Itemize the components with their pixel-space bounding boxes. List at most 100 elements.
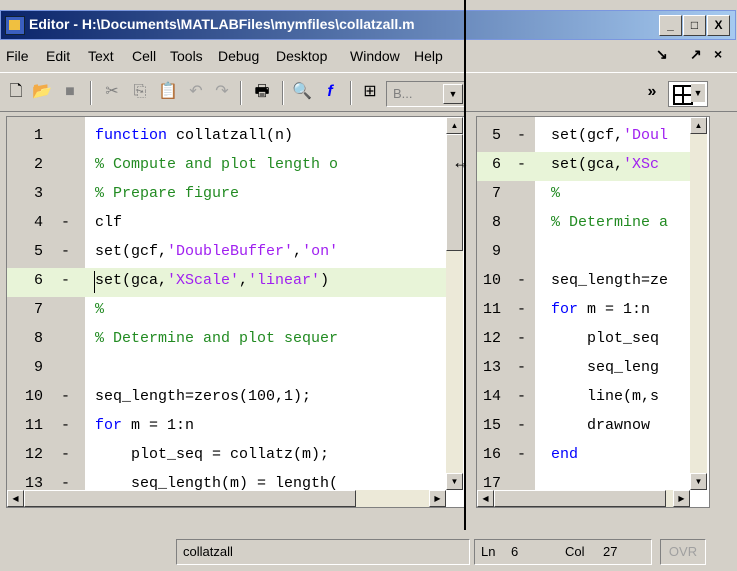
menu-file[interactable]: File	[6, 48, 29, 64]
code-line[interactable]: 1 function collatzall(n)	[7, 123, 446, 152]
code-line[interactable]: 7%	[477, 181, 690, 210]
breakpoint-icon[interactable]: ⊞	[358, 81, 382, 103]
code-text[interactable]: clf	[95, 214, 122, 231]
code-text[interactable]: set(gca,'XSc	[551, 156, 659, 173]
code-line[interactable]: 12 - plot_seq = collatz(m);	[7, 442, 446, 471]
code-line[interactable]: 3 % Prepare figure	[7, 181, 446, 210]
stack-combo[interactable]: B... ▼	[386, 81, 466, 107]
breakpoint-marker[interactable]: -	[517, 156, 526, 173]
copy-icon[interactable]: ⎘	[128, 81, 152, 103]
code-text[interactable]: function collatzall(n)	[95, 127, 293, 144]
dock-icon[interactable]: ↘	[656, 46, 668, 63]
breakpoint-marker[interactable]: -	[517, 127, 526, 144]
scroll-thumb[interactable]	[494, 490, 666, 507]
editor-app-icon[interactable]	[5, 16, 25, 35]
code-line[interactable]: 8 % Determine and plot sequer	[7, 326, 446, 355]
horizontal-scrollbar[interactable]: ◀ ▶	[477, 490, 690, 507]
code-text[interactable]: drawnow	[551, 417, 650, 434]
function-browser-icon[interactable]: f	[318, 81, 342, 103]
undock-icon[interactable]: ↗	[690, 46, 702, 63]
code-text[interactable]: plot_seq	[551, 330, 659, 347]
chevron-down-icon[interactable]: ▼	[443, 84, 463, 104]
code-line[interactable]: 9	[477, 239, 690, 268]
breakpoint-marker[interactable]: -	[517, 359, 526, 376]
code-text[interactable]: % Compute and plot length o	[95, 156, 338, 173]
scroll-right-icon[interactable]: ▶	[429, 490, 446, 507]
menu-debug[interactable]: Debug	[218, 48, 259, 64]
code-line[interactable]: 16- end	[477, 442, 690, 471]
redo-icon[interactable]: ↷	[210, 81, 234, 103]
menu-help[interactable]: Help	[414, 48, 443, 64]
code-line[interactable]: 11- for m = 1:n	[7, 413, 446, 442]
code-text[interactable]: seq_leng	[551, 359, 659, 376]
code-line[interactable]: 8 % Determine a	[477, 210, 690, 239]
code-text[interactable]: for m = 1:n	[551, 301, 650, 318]
code-text[interactable]: set(gcf,'Doul	[551, 127, 668, 144]
menu-tools[interactable]: Tools	[170, 48, 203, 64]
breakpoint-marker[interactable]: -	[61, 388, 70, 405]
scroll-up-icon[interactable]: ▲	[690, 117, 707, 134]
breakpoint-marker[interactable]: -	[61, 214, 70, 231]
scroll-left-icon[interactable]: ◀	[7, 490, 24, 507]
code-text[interactable]: %	[551, 185, 560, 202]
code-line[interactable]: 10- seq_length=ze	[477, 268, 690, 297]
left-editor-pane[interactable]: 1 function collatzall(n) 2 % Compute and pl…	[6, 116, 466, 508]
scroll-down-icon[interactable]: ▼	[446, 473, 463, 490]
breakpoint-marker[interactable]: -	[61, 272, 70, 289]
code-line[interactable]: 5 - set(gcf,'DoubleBuffer','on'	[7, 239, 446, 268]
code-text[interactable]: end	[551, 446, 578, 463]
menu-text[interactable]: Text	[88, 48, 114, 64]
maximize-button[interactable]: □	[683, 15, 706, 36]
scroll-down-icon[interactable]: ▼	[690, 473, 707, 490]
print-icon[interactable]: 🖶	[250, 81, 274, 103]
code-text[interactable]: % Determine and plot sequer	[95, 330, 338, 347]
split-divider[interactable]	[464, 0, 466, 530]
minimize-button[interactable]: _	[659, 15, 682, 36]
close-document-icon[interactable]: ×	[714, 46, 722, 62]
scroll-thumb[interactable]	[24, 490, 356, 507]
breakpoint-marker[interactable]: -	[517, 330, 526, 347]
code-line[interactable]: 7%	[7, 297, 446, 326]
code-text[interactable]: %	[95, 301, 104, 318]
code-text[interactable]: set(gca,'XScale','linear')	[95, 272, 329, 289]
close-button[interactable]: X	[707, 15, 730, 36]
code-line[interactable]: 15- drawnow	[477, 413, 690, 442]
find-icon[interactable]: 🔍	[290, 81, 314, 103]
menu-window[interactable]: Window	[350, 48, 400, 64]
code-line[interactable]: 12- plot_seq	[477, 326, 690, 355]
code-text[interactable]: seq_length=zeros(100,1);	[95, 388, 311, 405]
breakpoint-marker[interactable]: -	[61, 446, 70, 463]
breakpoint-marker[interactable]: -	[61, 417, 70, 434]
horizontal-scrollbar[interactable]: ◀ ▶	[7, 490, 446, 507]
cut-icon[interactable]: ✂	[100, 81, 124, 103]
code-line[interactable]: 9	[7, 355, 446, 384]
breakpoint-marker[interactable]: -	[517, 446, 526, 463]
scroll-right-icon[interactable]: ▶	[673, 490, 690, 507]
breakpoint-marker[interactable]: -	[517, 272, 526, 289]
code-line[interactable]: 2 % Compute and plot length o	[7, 152, 446, 181]
code-line[interactable]: 5- set(gcf,'Doul	[477, 123, 690, 152]
open-file-icon[interactable]: 📂	[30, 81, 54, 103]
code-text[interactable]: line(m,s	[551, 388, 659, 405]
code-line[interactable]: 14- line(m,s	[477, 384, 690, 413]
code-line[interactable]: 4 - clf	[7, 210, 446, 239]
save-icon[interactable]: ■	[58, 81, 82, 103]
code-line[interactable]: 13- seq_leng	[477, 355, 690, 384]
breakpoint-marker[interactable]: -	[61, 243, 70, 260]
more-tools-icon[interactable]: »	[640, 81, 664, 103]
breakpoint-marker[interactable]: -	[517, 417, 526, 434]
code-line[interactable]: 6- set(gca,'XSc	[477, 152, 690, 181]
code-line[interactable]: 11- for m = 1:n	[477, 297, 690, 326]
title-bar[interactable]: Editor - H:\Documents\MATLABFiles\mymfil…	[0, 10, 736, 40]
breakpoint-marker[interactable]: -	[517, 388, 526, 405]
menu-cell[interactable]: Cell	[132, 48, 156, 64]
code-text[interactable]: % Prepare figure	[95, 185, 239, 202]
breakpoint-marker[interactable]: -	[517, 301, 526, 318]
split-layout-button[interactable]: ▼	[668, 81, 708, 107]
menu-edit[interactable]: Edit	[46, 48, 70, 64]
menu-desktop[interactable]: Desktop	[276, 48, 327, 64]
scroll-up-icon[interactable]: ▲	[446, 117, 463, 134]
chevron-down-icon[interactable]: ▼	[691, 84, 705, 102]
code-text[interactable]: set(gcf,'DoubleBuffer','on'	[95, 243, 338, 260]
undo-icon[interactable]: ↶	[184, 81, 208, 103]
